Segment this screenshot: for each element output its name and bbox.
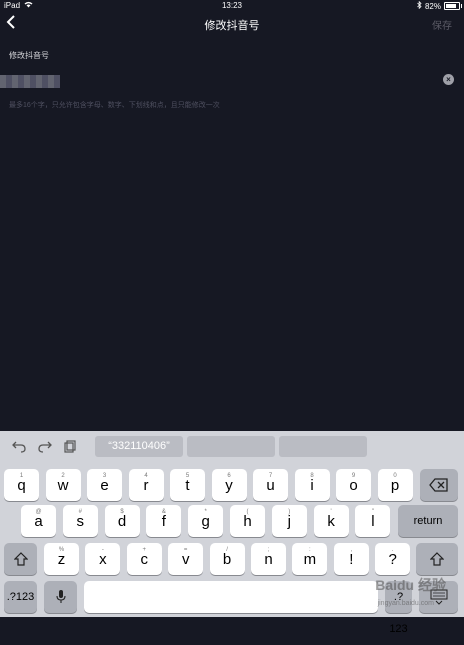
field-hint: 最多16个字，只允许包含字母、数字、下划线和点，且只能修改一次 xyxy=(9,102,220,109)
shift-icon xyxy=(13,552,28,566)
key-label: w xyxy=(57,477,69,494)
status-time: 13:23 xyxy=(221,1,243,10)
prediction-3[interactable] xyxy=(279,436,367,457)
prediction-2[interactable] xyxy=(187,436,275,457)
key-label: m xyxy=(303,551,317,568)
redo-icon[interactable] xyxy=(38,440,52,456)
key-p[interactable]: 0p xyxy=(377,469,413,501)
key-l[interactable]: " l xyxy=(355,505,391,537)
key-label: p xyxy=(390,477,400,494)
key-label: y xyxy=(225,477,233,494)
keyboard-toolbar: “332110406” xyxy=(0,431,464,463)
backspace-icon xyxy=(429,478,448,492)
key-label: d xyxy=(117,513,127,530)
numbers-key-left[interactable]: .?123 xyxy=(4,581,37,613)
key-label: g xyxy=(201,513,210,530)
key-z[interactable]: % z xyxy=(44,543,79,575)
key-b[interactable]: / b xyxy=(209,543,245,575)
key-x[interactable]: -x xyxy=(85,543,121,575)
nav-bar: 修改抖音号 保存 xyxy=(0,12,464,38)
key-q[interactable]: 1q xyxy=(4,469,39,501)
key-label: v xyxy=(181,551,190,568)
key-label: o xyxy=(349,477,358,494)
key-m[interactable]: :m xyxy=(292,543,328,575)
paste-icon[interactable] xyxy=(64,440,76,456)
onscreen-keyboard: “332110406” 1q2w3e4r5t6y7u8i9o0p @ a # s $ d &… xyxy=(0,431,464,635)
shift-key-right[interactable] xyxy=(416,543,458,575)
key-label: f xyxy=(161,513,166,530)
key-label: q xyxy=(17,477,26,494)
clear-icon[interactable]: × xyxy=(443,74,454,85)
key-label: a xyxy=(34,513,43,530)
backspace-key[interactable] xyxy=(420,469,458,501)
key-a[interactable]: @ a xyxy=(21,505,56,537)
battery-icon xyxy=(444,2,462,10)
save-button[interactable]: 保存 xyxy=(432,17,452,32)
shift-key-left[interactable] xyxy=(4,543,37,575)
key-y[interactable]: 6y xyxy=(211,469,247,501)
baidu-watermark: Baidu 经验 xyxy=(375,577,446,593)
key-label: j xyxy=(287,513,291,530)
microphone-icon xyxy=(55,590,66,603)
key-w[interactable]: 2w xyxy=(45,469,81,501)
watermark-url: jingyan.baidu.com xyxy=(377,600,434,607)
key-c[interactable]: + c xyxy=(126,543,162,575)
prediction-1[interactable]: “332110406” xyxy=(95,436,183,457)
status-bar: iPad 13:23 82% xyxy=(0,0,464,12)
battery-percent: 82% xyxy=(424,1,441,11)
key-label: ? xyxy=(388,551,397,568)
key-i[interactable]: 8i xyxy=(294,469,330,501)
key-o[interactable]: 9o xyxy=(336,469,371,501)
key-label: t xyxy=(185,477,190,494)
key-k[interactable]: ' k xyxy=(313,505,349,537)
key-r[interactable]: 4r xyxy=(128,469,164,501)
key-h[interactable]: (h xyxy=(230,505,265,537)
key-![interactable]: ,! xyxy=(333,543,369,575)
key-label: i xyxy=(310,477,314,494)
bluetooth-icon xyxy=(417,0,422,11)
key-label: k xyxy=(327,513,335,530)
dictation-key[interactable] xyxy=(44,581,77,613)
key-?[interactable]: .? xyxy=(375,543,411,575)
key-label: c xyxy=(140,551,149,568)
key-label: x xyxy=(99,551,107,568)
key-label: r xyxy=(143,477,149,494)
key-label: ! xyxy=(349,551,354,568)
key-u[interactable]: 7u xyxy=(253,469,288,501)
key-label: u xyxy=(266,477,275,494)
key-label: h xyxy=(243,513,252,530)
key-v[interactable]: = v xyxy=(168,543,204,575)
key-j[interactable]: ) j xyxy=(271,505,307,537)
key-g[interactable]: * g xyxy=(188,505,224,537)
space-key[interactable] xyxy=(84,581,378,613)
key-label: n xyxy=(264,551,273,568)
undo-icon[interactable] xyxy=(12,440,26,456)
shift-icon xyxy=(429,552,445,566)
key-e[interactable]: 3e xyxy=(87,469,122,501)
douyin-id-input[interactable] xyxy=(0,75,60,88)
return-key[interactable]: return xyxy=(398,505,458,537)
key-label: l xyxy=(371,513,375,530)
key-n[interactable]: ; n xyxy=(251,543,286,575)
field-label: 修改抖音号 xyxy=(9,51,49,60)
key-d[interactable]: $ d xyxy=(104,505,140,537)
key-t[interactable]: 5t xyxy=(170,469,205,501)
key-label: b xyxy=(222,551,232,568)
page-title: 修改抖音号 xyxy=(204,20,260,32)
key-s[interactable]: # s xyxy=(62,505,98,537)
douyin-id-field[interactable]: × xyxy=(0,72,464,90)
key-label: e xyxy=(100,477,109,494)
key-label: z xyxy=(57,551,66,568)
key-f[interactable]: & f xyxy=(146,505,182,537)
key-label: s xyxy=(76,513,85,530)
